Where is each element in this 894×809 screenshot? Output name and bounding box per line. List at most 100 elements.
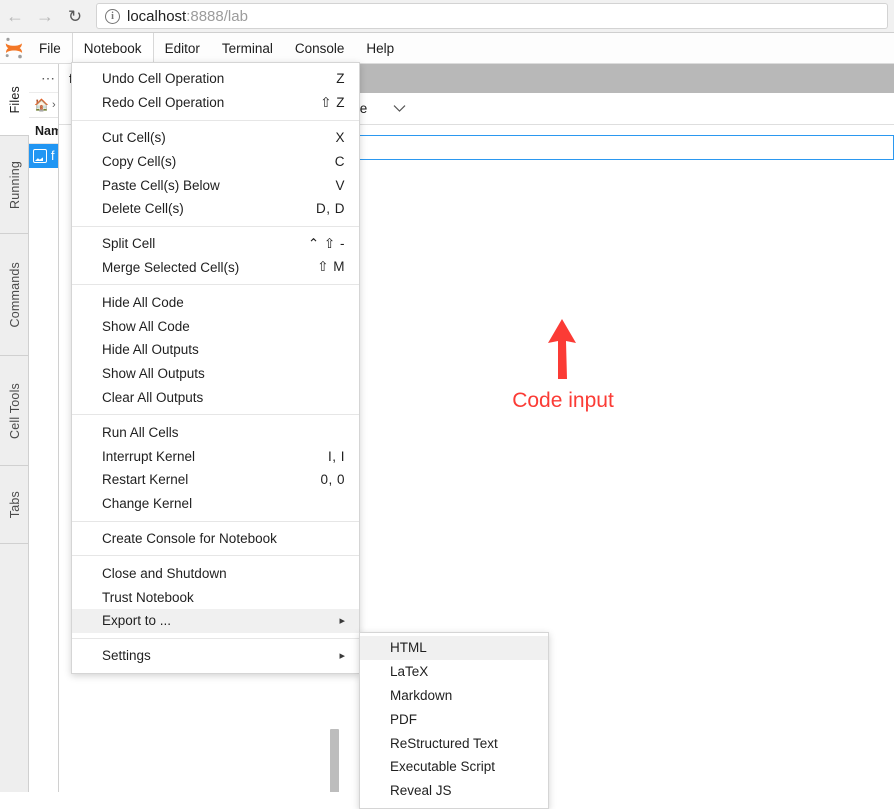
menu-item-shortcut: ⌃ ⇧ - [307,235,345,251]
menu-item-label: Show All Outputs [102,366,205,382]
submenu-item-reveal-js[interactable]: Reveal JS [360,779,548,803]
menu-item-create-console-for-notebook[interactable]: Create Console for Notebook [72,527,359,551]
menu-item-label: Interrupt Kernel [102,448,196,464]
menu-item-notebook[interactable]: Notebook [71,33,154,63]
menu-item-run-all-cells[interactable]: Run All Cells [72,420,359,444]
up-arrow-annotation-icon [548,319,576,379]
address-bar[interactable]: i localhost:8888/lab [96,3,888,29]
menu-item-restart-kernel[interactable]: Restart Kernel 0, 0 [72,468,359,492]
back-icon[interactable]: ← [0,1,30,31]
menu-item-export-to[interactable]: Export to ... ▸ [72,608,359,633]
export-submenu: HTML LaTeX Markdown PDF ReStructured Text Exe… [359,632,549,809]
home-icon[interactable]: 🏠 [34,98,49,112]
chevron-down-icon [393,102,406,116]
menu-item-label: Restart Kernel [102,472,189,488]
breadcrumb: 🏠 › [29,93,58,118]
activity-bar: Files Running Commands Cell Tools Tabs [0,64,29,792]
menu-separator [72,119,359,121]
menu-item-shortcut: I, I [327,448,345,464]
menu-item-split-cell[interactable]: Split Cell ⌃ ⇧ - [72,232,359,256]
info-icon[interactable]: i [105,8,120,24]
submenu-item-latex[interactable]: LaTeX [360,660,548,684]
url-path: :8888/lab [186,7,248,25]
menu-item-label: Undo Cell Operation [102,71,225,87]
menu-separator [72,520,359,522]
menu-item-label: Cut Cell(s) [102,129,166,145]
menu-item-cut-cell-s[interactable]: Cut Cell(s) X [72,126,359,150]
submenu-item-executable-script[interactable]: Executable Script [360,755,548,779]
annotation-code-input: Code input [473,311,653,413]
file-browser-panel: ⋯ 🏠 › Name f [29,64,59,792]
annotation-label: Code input [512,389,614,412]
submenu-arrow-icon: ▸ [339,650,345,663]
menu-item-shortcut: V [335,177,345,193]
menu-bar: File Notebook Editor Terminal Console He… [0,33,894,64]
more-icon[interactable]: ⋯ [41,70,55,87]
menu-item-label: Copy Cell(s) [102,153,177,169]
submenu-item-markdown[interactable]: Markdown [360,684,548,708]
menu-item-show-all-code[interactable]: Show All Code [72,314,359,338]
menu-item-clear-all-outputs[interactable]: Clear All Outputs [72,386,359,410]
menu-item-label: Paste Cell(s) Below [102,177,220,193]
menu-item-paste-cell-s-below[interactable]: Paste Cell(s) Below V [72,173,359,197]
submenu-item-html[interactable]: HTML [360,636,548,660]
menu-item-delete-cell-s[interactable]: Delete Cell(s) D, D [72,197,359,221]
sidebar-tab-running[interactable]: Running [0,136,29,234]
menu-item-interrupt-kernel[interactable]: Interrupt Kernel I, I [72,444,359,468]
menu-item-label: Hide All Outputs [102,342,199,358]
menu-separator [72,637,359,639]
menu-item-change-kernel[interactable]: Change Kernel [72,492,359,516]
menu-item-trust-notebook[interactable]: Trust Notebook [72,585,359,609]
notebook-scrollbar[interactable] [330,729,339,792]
menu-item-label: Redo Cell Operation [102,95,225,111]
menu-item-close-and-shutdown[interactable]: Close and Shutdown [72,561,359,585]
list-item[interactable]: f [29,144,58,168]
menu-item-terminal[interactable]: Terminal [211,33,284,63]
sidebar-tab-files[interactable]: Files [0,64,29,136]
menu-item-settings[interactable]: Settings ▸ [72,644,359,668]
menu-item-copy-cell-s[interactable]: Copy Cell(s) C [72,149,359,173]
menu-item-shortcut: X [335,129,345,145]
forward-icon[interactable]: → [30,1,60,31]
menu-separator [72,284,359,286]
sidebar-tab-tabs[interactable]: Tabs [0,466,29,544]
menu-item-merge-selected-cell-s[interactable]: Merge Selected Cell(s) ⇧ M [72,256,359,280]
submenu-item-label: HTML [390,640,427,656]
sidebar-tab-files-label: Files [7,85,22,114]
menu-item-label: Split Cell [102,236,156,252]
reload-icon[interactable]: ↻ [60,1,90,31]
menu-item-shortcut: D, D [316,201,345,217]
sidebar-tab-cell-tools[interactable]: Cell Tools [0,356,29,466]
menu-item-help[interactable]: Help [355,33,405,63]
menu-item-label: Hide All Code [102,294,184,310]
menu-item-label: Run All Cells [102,424,179,440]
menu-item-hide-all-code[interactable]: Hide All Code [72,290,359,314]
menu-item-shortcut: 0, 0 [320,472,345,488]
notebook-menu-dropdown: Undo Cell Operation Z Redo Cell Operation ⇧… [71,62,360,674]
submenu-item-label: PDF [390,711,417,727]
menu-item-label: Delete Cell(s) [102,201,184,217]
notebook-icon [33,149,47,163]
menu-item-console[interactable]: Console [284,33,356,63]
menu-item-undo-cell-operation[interactable]: Undo Cell Operation Z [72,67,359,91]
submenu-item-pdf[interactable]: PDF [360,707,548,731]
menu-item-file[interactable]: File [28,33,72,63]
menu-item-show-all-outputs[interactable]: Show All Outputs [72,362,359,386]
menu-item-editor[interactable]: Editor [154,33,211,63]
menu-item-redo-cell-operation[interactable]: Redo Cell Operation ⇧ Z [72,91,359,115]
submenu-item-label: Reveal JS [390,783,452,799]
menu-item-shortcut: ⇧ Z [320,94,345,110]
menu-item-shortcut: C [334,153,345,169]
submenu-item-restructured-text[interactable]: ReStructured Text [360,731,548,755]
sidebar-tab-running-label: Running [7,160,22,209]
menu-item-label: Create Console for Notebook [102,530,277,546]
submenu-item-label: LaTeX [390,664,429,680]
jupyter-logo-icon[interactable] [0,33,28,63]
sidebar-tab-commands[interactable]: Commands [0,234,29,356]
sidebar-tab-commands-label: Commands [7,261,22,328]
menu-item-hide-all-outputs[interactable]: Hide All Outputs [72,338,359,362]
menu-item-label: Trust Notebook [102,589,194,605]
file-list-column-header: Name [29,118,58,144]
menu-item-label: Clear All Outputs [102,389,204,405]
menu-separator [72,225,359,227]
